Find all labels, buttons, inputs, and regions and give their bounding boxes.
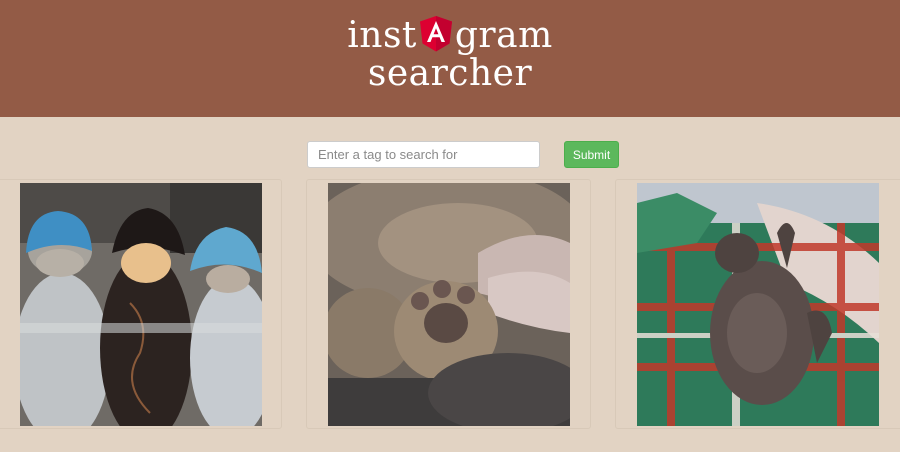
app-title: inst gram (0, 14, 900, 56)
photo-kittens-in-knit-hats[interactable] (20, 183, 262, 426)
result-card (615, 179, 900, 429)
result-card (0, 179, 282, 429)
photo-kitten-on-plaid-blanket[interactable] (637, 183, 879, 426)
title-part-gram: gram (454, 15, 553, 56)
app-subtitle: searcher (367, 53, 533, 94)
angular-shield-icon (419, 15, 453, 53)
tag-search-input[interactable] (307, 141, 540, 168)
submit-button[interactable]: Submit (564, 141, 619, 168)
photo-sleeping-kitten-paw[interactable] (328, 183, 570, 426)
title-part-inst: inst (347, 15, 417, 56)
page-header: inst gram searcher (0, 0, 900, 117)
result-card (306, 179, 591, 429)
